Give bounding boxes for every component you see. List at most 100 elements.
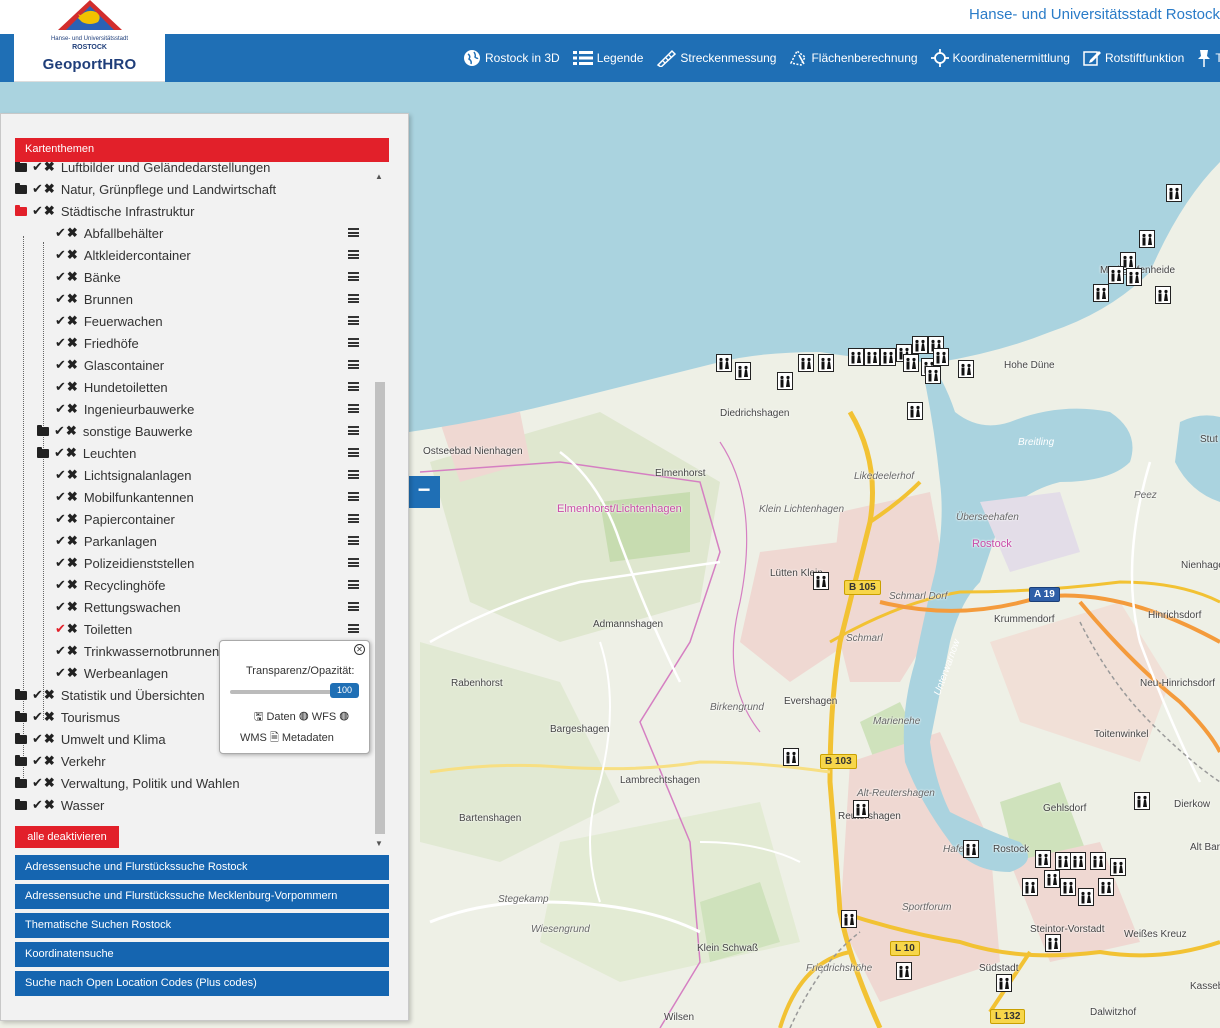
tree-item[interactable]: ✔ ✖ Ingenieurbauwerke xyxy=(15,398,375,420)
tree-item-label[interactable]: Recyclinghöfe xyxy=(84,578,166,593)
toilet-marker-icon[interactable] xyxy=(783,748,799,766)
wms-link[interactable]: WMS xyxy=(240,732,267,744)
check-icon[interactable]: ✔ xyxy=(32,203,43,219)
tree-item[interactable]: ✔ ✖ Hundetoiletten xyxy=(15,376,375,398)
opacity-slider[interactable] xyxy=(230,690,340,694)
tree-item[interactable]: ✔ ✖ Parkanlagen xyxy=(15,530,375,552)
tree-item-label[interactable]: Glascontainer xyxy=(84,358,164,373)
menu-icon[interactable] xyxy=(348,470,359,479)
menu-icon[interactable] xyxy=(348,580,359,589)
x-icon[interactable]: ✖ xyxy=(44,731,55,747)
zoom-out-button[interactable]: − xyxy=(408,476,440,508)
coordinate-search-button[interactable]: Koordinatensuche xyxy=(15,942,389,967)
x-icon[interactable]: ✖ xyxy=(67,511,78,527)
tree-item-label[interactable]: Umwelt und Klima xyxy=(61,732,166,747)
menu-icon[interactable] xyxy=(348,250,359,259)
tree-item[interactable]: ✔ ✖ Toiletten xyxy=(15,618,375,640)
tree-item-label[interactable]: Papiercontainer xyxy=(84,512,175,527)
scroll-up-icon[interactable]: ▲ xyxy=(375,172,383,181)
thematic-search-button[interactable]: Thematische Suchen Rostock xyxy=(15,913,389,938)
tree-item[interactable]: ✔ ✖ Leuchten xyxy=(15,442,375,464)
x-icon[interactable]: ✖ xyxy=(67,577,78,593)
tree-item[interactable]: ✔ ✖ Wasser xyxy=(15,794,375,816)
toilet-marker-icon[interactable] xyxy=(1045,934,1061,952)
tree-item-label[interactable]: Abfallbehälter xyxy=(84,226,164,241)
tree-item-label[interactable]: Ingenieurbauwerke xyxy=(84,402,195,417)
x-icon[interactable]: ✖ xyxy=(67,269,78,285)
toilet-marker-icon[interactable] xyxy=(1070,852,1086,870)
check-icon[interactable]: ✔ xyxy=(55,247,66,263)
x-icon[interactable]: ✖ xyxy=(67,489,78,505)
tree-item[interactable]: ✔ ✖ Städtische Infrastruktur xyxy=(15,200,375,222)
x-icon[interactable]: ✖ xyxy=(67,467,78,483)
toilet-marker-icon[interactable] xyxy=(925,366,941,384)
x-icon[interactable]: ✖ xyxy=(67,335,78,351)
x-icon[interactable]: ✖ xyxy=(44,162,55,175)
toilet-marker-icon[interactable] xyxy=(1108,266,1124,284)
toilet-marker-icon[interactable] xyxy=(880,348,896,366)
toilet-marker-icon[interactable] xyxy=(848,348,864,366)
toilet-marker-icon[interactable] xyxy=(1035,850,1051,868)
scroll-thumb[interactable] xyxy=(375,382,385,834)
toilet-marker-icon[interactable] xyxy=(1060,878,1076,896)
themes-header[interactable]: Kartenthemen xyxy=(15,138,389,162)
toilet-marker-icon[interactable] xyxy=(1078,888,1094,906)
tree-item-label[interactable]: Städtische Infrastruktur xyxy=(61,204,195,219)
check-icon[interactable]: ✔ xyxy=(32,753,43,769)
tree-item-label[interactable]: Brunnen xyxy=(84,292,133,307)
x-icon[interactable]: ✖ xyxy=(44,203,55,219)
check-icon[interactable]: ✔ xyxy=(54,445,65,461)
tree-item[interactable]: ✔ ✖ Friedhöfe xyxy=(15,332,375,354)
tree-item-label[interactable]: Verwaltung, Politik und Wahlen xyxy=(61,776,240,791)
address-search-mv-button[interactable]: Adressensuche und Flurstückssuche Meckle… xyxy=(15,884,389,909)
toilet-marker-icon[interactable] xyxy=(1022,878,1038,896)
x-icon[interactable]: ✖ xyxy=(67,599,78,615)
toilet-marker-icon[interactable] xyxy=(1093,284,1109,302)
check-icon[interactable]: ✔ xyxy=(55,489,66,505)
menu-icon[interactable] xyxy=(348,382,359,391)
tree-item[interactable]: ✔ ✖ sonstige Bauwerke xyxy=(15,420,375,442)
tree-item[interactable]: ✔ ✖ Polizeidienststellen xyxy=(15,552,375,574)
menu-icon[interactable] xyxy=(348,338,359,347)
tree-item[interactable]: ✔ ✖ Luftbilder und Geländedarstellungen xyxy=(15,162,375,178)
menu-icon[interactable] xyxy=(348,426,359,435)
tree-item[interactable]: ✔ ✖ Feuerwachen xyxy=(15,310,375,332)
tree-item-label[interactable]: Werbeanlagen xyxy=(84,666,168,681)
tree-item-label[interactable]: Bänke xyxy=(84,270,121,285)
tree-item[interactable]: ✔ ✖ Glascontainer xyxy=(15,354,375,376)
check-icon[interactable]: ✔ xyxy=(55,533,66,549)
menu-icon[interactable] xyxy=(348,316,359,325)
tree-item[interactable]: ✔ ✖ Papiercontainer xyxy=(15,508,375,530)
x-icon[interactable]: ✖ xyxy=(67,665,78,681)
menu-icon[interactable] xyxy=(348,404,359,413)
menu-icon[interactable] xyxy=(348,272,359,281)
tree-item[interactable]: ✔ ✖ Bänke xyxy=(15,266,375,288)
toilet-marker-icon[interactable] xyxy=(1139,230,1155,248)
x-icon[interactable]: ✖ xyxy=(66,423,77,439)
tree-item[interactable]: ✔ ✖ Abfallbehälter xyxy=(15,222,375,244)
check-icon[interactable]: ✔ xyxy=(55,269,66,285)
tree-item-label[interactable]: Wasser xyxy=(61,798,105,813)
tree-item-label[interactable]: Trinkwassernotbrunnen xyxy=(84,644,219,659)
address-search-rostock-button[interactable]: Adressensuche und Flurstückssuche Rostoc… xyxy=(15,855,389,880)
tree-item-label[interactable]: Hundetoiletten xyxy=(84,380,168,395)
close-icon[interactable]: ✕ xyxy=(354,644,365,655)
tree-item[interactable]: ✔ ✖ Rettungswachen xyxy=(15,596,375,618)
check-icon[interactable]: ✔ xyxy=(55,643,66,659)
check-icon[interactable]: ✔ xyxy=(55,357,66,373)
x-icon[interactable]: ✖ xyxy=(44,709,55,725)
check-icon[interactable]: ✔ xyxy=(55,401,66,417)
check-icon[interactable]: ✔ xyxy=(55,555,66,571)
deactivate-all-button[interactable]: alle deaktivieren xyxy=(15,826,119,848)
toilet-marker-icon[interactable] xyxy=(1055,852,1071,870)
check-icon[interactable]: ✔ xyxy=(55,665,66,681)
toilet-marker-icon[interactable] xyxy=(716,354,732,372)
x-icon[interactable]: ✖ xyxy=(67,247,78,263)
tree-item-label[interactable]: Tourismus xyxy=(61,710,120,725)
tree-item-label[interactable]: Statistik und Übersichten xyxy=(61,688,205,703)
tree-item[interactable]: ✔ ✖ Recyclinghöfe xyxy=(15,574,375,596)
folder-icon[interactable] xyxy=(15,162,27,172)
nav-koordinatenermittlung[interactable]: Koordinatenermittlung xyxy=(930,49,1070,67)
tree-item-label[interactable]: Natur, Grünpflege und Landwirtschaft xyxy=(61,182,276,197)
toilet-marker-icon[interactable] xyxy=(907,402,923,420)
